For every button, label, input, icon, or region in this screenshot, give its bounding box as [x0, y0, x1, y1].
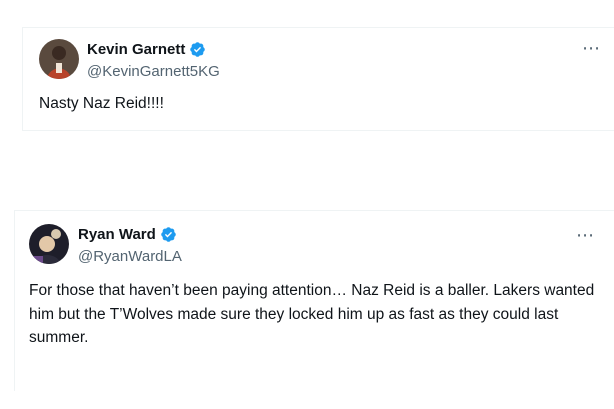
more-options-icon[interactable]: ⋯	[582, 38, 601, 59]
tweet-text: For those that haven’t been paying atten…	[29, 282, 595, 346]
avatar[interactable]	[39, 39, 79, 79]
avatar-image	[29, 224, 69, 264]
verified-badge-icon	[161, 227, 176, 242]
user-handle[interactable]: @RyanWardLA	[78, 248, 182, 265]
avatar[interactable]	[29, 224, 69, 264]
verified-badge-icon	[190, 42, 206, 57]
user-handle[interactable]: @KevinGarnett5KG	[87, 63, 220, 80]
tweet-card[interactable]: Kevin Garnett @KevinGarnett5KG ⋯ Nasty N…	[22, 27, 614, 131]
avatar-image	[39, 39, 79, 79]
tweet-card[interactable]: Ryan Ward @RyanWardLA ⋯ For those that h…	[14, 210, 614, 391]
display-name[interactable]: Kevin Garnett	[87, 41, 185, 58]
more-options-icon[interactable]: ⋯	[576, 225, 595, 246]
tweet-text: Nasty Naz Reid!!!!	[39, 95, 164, 112]
display-name[interactable]: Ryan Ward	[78, 226, 156, 243]
